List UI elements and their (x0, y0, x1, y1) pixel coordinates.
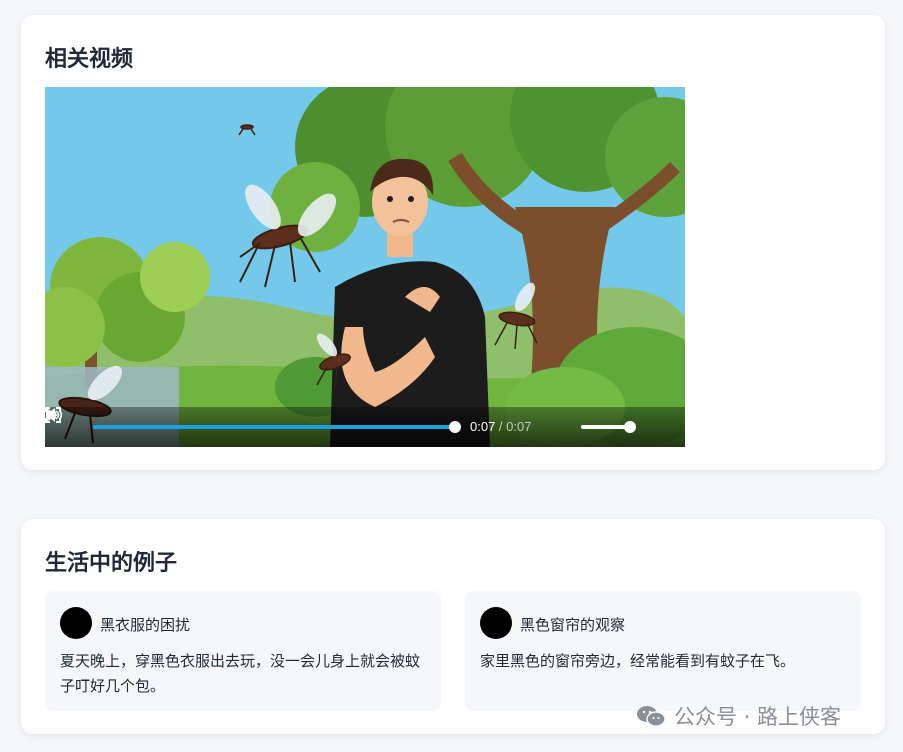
current-time: 0:07 (470, 419, 496, 434)
section-title: 生活中的例子 (45, 551, 178, 576)
fullscreen-icon[interactable] (45, 407, 61, 423)
example-body: 夏天晚上，穿黑色衣服出去玩，没一会儿身上就会被蚊子叮好几个包。 (60, 652, 421, 695)
section-title: 相关视频 (45, 47, 134, 72)
time-separator: / (495, 419, 507, 434)
wechat-icon (637, 706, 666, 727)
example-body: 家里黑色的窗帘旁边，经常能看到有蚊子在飞。 (480, 652, 796, 670)
volume-slider[interactable] (581, 421, 637, 433)
video-player[interactable]: 0:07 / 0:07 (45, 87, 685, 447)
example-card: 黑色窗帘的观察 家里黑色的窗帘旁边，经常能看到有蚊子在飞。 (465, 591, 861, 711)
progress-bar[interactable] (93, 421, 461, 433)
example-title: 黑色窗帘的观察 (520, 616, 626, 634)
example-card: 黑衣服的困扰 夏天晚上，穿黑色衣服出去玩，没一会儿身上就会被蚊子叮好几个包。 (45, 591, 441, 711)
watermark-text: 公众号 · 路上侠客 (674, 705, 842, 729)
example-avatar (60, 607, 92, 639)
duration: 0:07 (506, 419, 532, 434)
related-videos-card: 相关视频 0:07 / 0:07 (21, 15, 885, 470)
volume-fill (581, 425, 631, 429)
progress-fill (93, 425, 455, 429)
video-frame (45, 87, 685, 447)
watermark: 公众号 · 路上侠客 (636, 702, 841, 730)
progress-handle[interactable] (449, 421, 461, 433)
example-avatar (480, 607, 512, 639)
time-display: 0:07 / 0:07 (470, 419, 531, 434)
video-controls: 0:07 / 0:07 (45, 407, 685, 447)
volume-handle[interactable] (624, 421, 637, 433)
example-title: 黑衣服的困扰 (100, 616, 191, 634)
